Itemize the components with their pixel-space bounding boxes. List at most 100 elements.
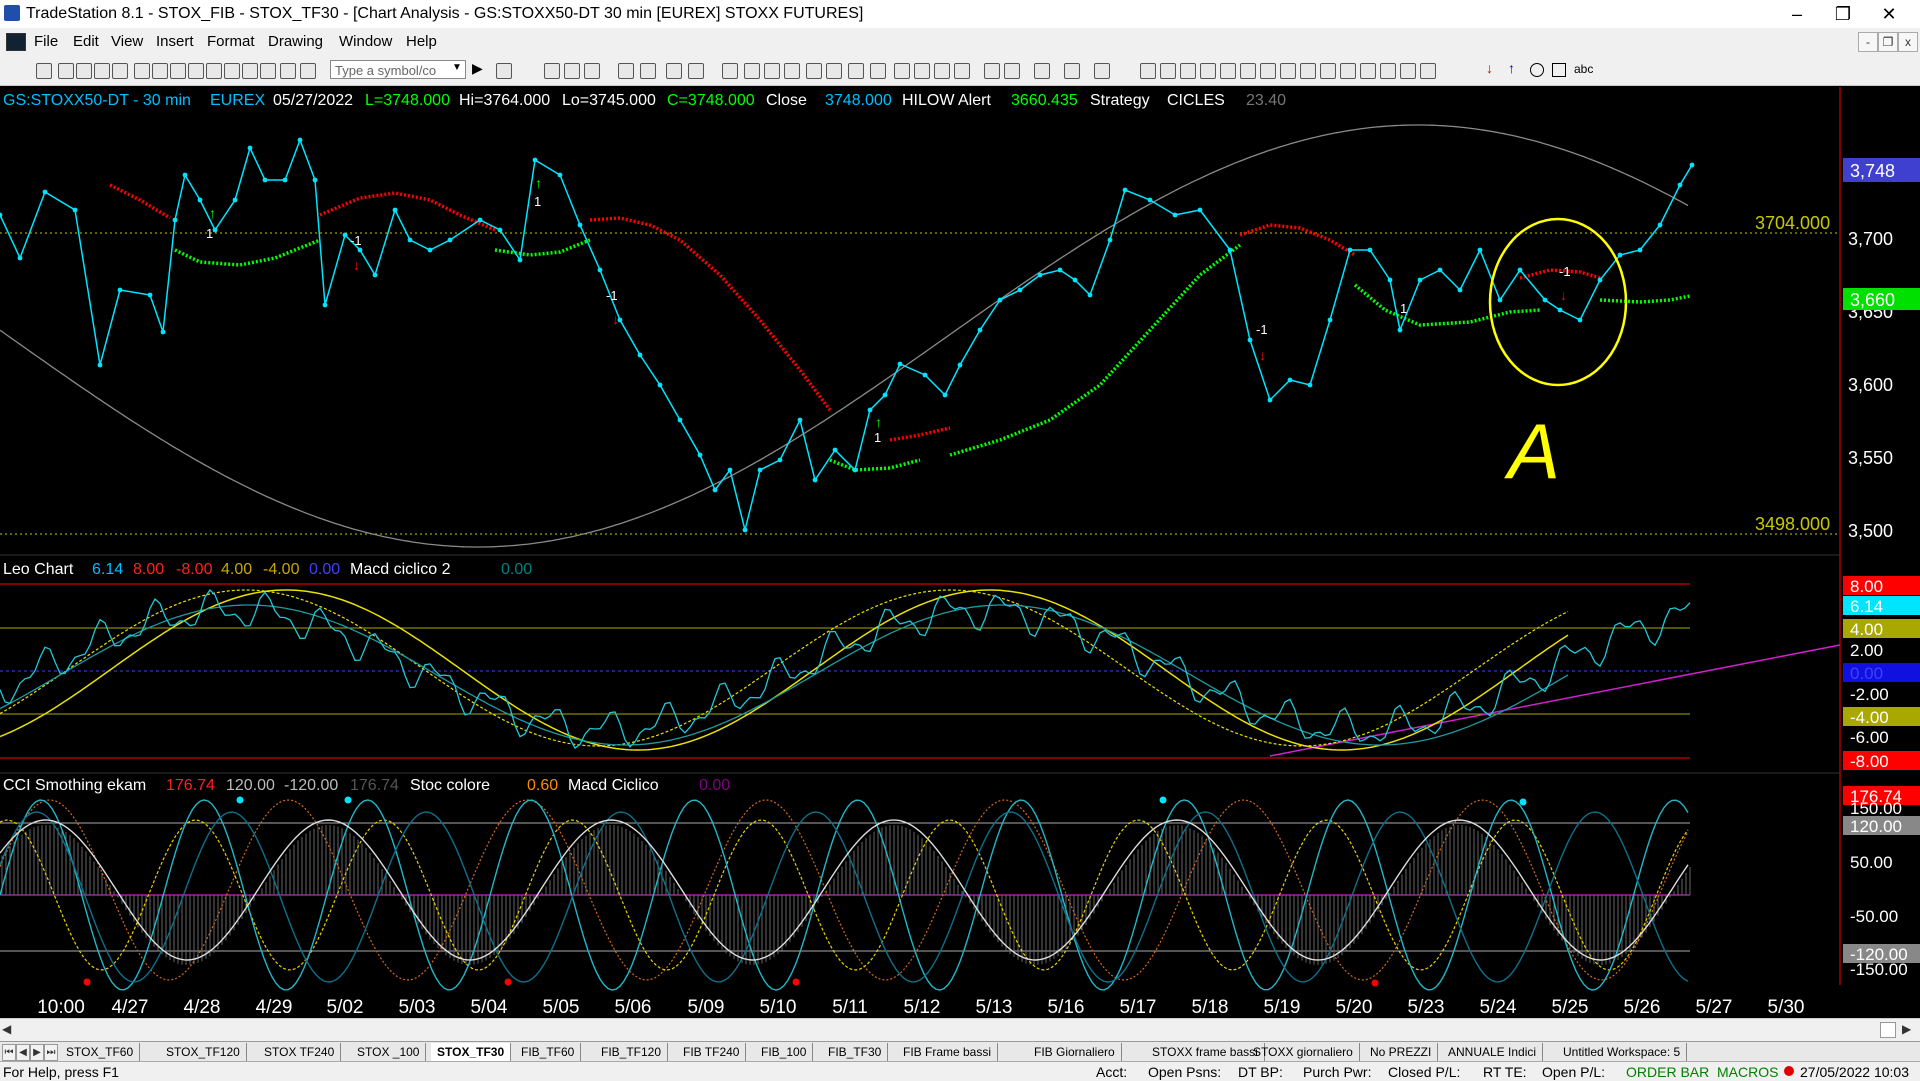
- scanner-icon[interactable]: [242, 63, 258, 79]
- fib-retracement-icon[interactable]: [1220, 63, 1236, 79]
- workspace-tab[interactable]: FIB Frame bassi: [897, 1043, 999, 1061]
- menu-edit[interactable]: Edit: [73, 33, 99, 50]
- bar-chart-icon[interactable]: [784, 63, 800, 79]
- menu-drawing[interactable]: Drawing: [268, 33, 323, 50]
- open-workspace-icon[interactable]: [76, 63, 92, 79]
- pointer-icon[interactable]: [984, 63, 1000, 79]
- workspace-tab[interactable]: STOX_TF30: [431, 1043, 512, 1061]
- scroll-left-icon[interactable]: ◀: [2, 1022, 11, 1036]
- ellipse-icon[interactable]: [1530, 63, 1544, 77]
- options-icon[interactable]: [260, 63, 276, 79]
- horizontal-line-icon[interactable]: [1160, 63, 1176, 79]
- time-zones-icon[interactable]: [1380, 63, 1396, 79]
- paint-bar-icon[interactable]: [744, 63, 760, 79]
- line-chart-icon[interactable]: [806, 63, 822, 79]
- chart-analysis-window[interactable]: GS:STOXX50-DT - 30 min EUREX 05/27/2022 …: [0, 87, 1920, 1018]
- status-order-bar[interactable]: ORDER BAR: [1626, 1064, 1709, 1080]
- decrease-bar-spacing-icon[interactable]: [894, 63, 910, 79]
- scroll-right-icon[interactable]: ▶: [1902, 1022, 1911, 1036]
- save-all-icon[interactable]: [112, 63, 128, 79]
- new-icon[interactable]: [36, 63, 52, 79]
- workspace-tab[interactable]: STOX_TF60: [60, 1043, 141, 1061]
- menu-insert[interactable]: Insert: [156, 33, 194, 50]
- menu-window[interactable]: Window: [339, 33, 392, 50]
- insert-indicator-icon[interactable]: [618, 63, 634, 79]
- speed-lines-icon[interactable]: [1240, 63, 1256, 79]
- insert-drawing-icon[interactable]: [666, 63, 682, 79]
- print-icon[interactable]: [134, 63, 150, 79]
- workspace-tab[interactable]: No PREZZI: [1364, 1043, 1439, 1061]
- lock-icon[interactable]: [206, 63, 222, 79]
- maximize-button[interactable]: ❐: [1820, 0, 1866, 28]
- minimize-button[interactable]: –: [1774, 0, 1820, 28]
- workspace-tab[interactable]: FIB Giornaliero: [1028, 1043, 1122, 1061]
- arrow-up-icon[interactable]: ↑: [1508, 60, 1515, 76]
- chart-canvas[interactable]: GS:STOXX50-DT - 30 min EUREX 05/27/2022 …: [0, 87, 1920, 1018]
- andrews-pitchfork-icon[interactable]: [1260, 63, 1276, 79]
- workspace-tab[interactable]: FIB TF240: [677, 1043, 747, 1061]
- menu-help[interactable]: Help: [406, 33, 437, 50]
- symbol-input[interactable]: Type a symbol/co: [330, 60, 466, 79]
- chart-icon[interactable]: [170, 63, 186, 79]
- menu-file[interactable]: File: [34, 33, 58, 50]
- insert-pattern-icon[interactable]: [688, 63, 704, 79]
- parallel-lines-icon[interactable]: [1340, 63, 1356, 79]
- annotation-letter[interactable]: A: [1504, 407, 1560, 495]
- open-icon[interactable]: [58, 63, 74, 79]
- symbol-dropdown-icon[interactable]: ▼: [452, 62, 462, 73]
- workspace-tab[interactable]: STOX _100: [351, 1043, 427, 1061]
- format-window-icon[interactable]: [564, 63, 580, 79]
- fibonacci-icon[interactable]: [1064, 63, 1080, 79]
- vertical-line-icon[interactable]: [1180, 63, 1196, 79]
- kagi-icon[interactable]: [848, 63, 864, 79]
- symbol-lookup-icon[interactable]: [496, 63, 512, 79]
- workspace-tab[interactable]: STOX TF240: [258, 1043, 342, 1061]
- tab-prev-icon[interactable]: ◀: [16, 1044, 30, 1061]
- matrix-icon[interactable]: [224, 63, 240, 79]
- renko-icon[interactable]: [870, 63, 886, 79]
- workspace-tab[interactable]: STOXX giornaliero: [1247, 1043, 1360, 1061]
- arrow-down-icon[interactable]: ↓: [1486, 60, 1493, 76]
- go-arrow-icon[interactable]: ▶: [472, 60, 483, 77]
- mdi-close-button[interactable]: x: [1898, 32, 1918, 52]
- horizontal-arrow-icon[interactable]: [1320, 63, 1336, 79]
- close-button[interactable]: ✕: [1866, 0, 1912, 28]
- zoom-out-icon[interactable]: [954, 63, 970, 79]
- show-me-icon[interactable]: [722, 63, 738, 79]
- gann-fan-icon[interactable]: [1280, 63, 1296, 79]
- pen-icon[interactable]: [1400, 63, 1416, 79]
- workspace-tab[interactable]: FIB_100: [755, 1043, 814, 1061]
- radarscreen-icon[interactable]: [188, 63, 204, 79]
- tab-next-icon[interactable]: ▶: [30, 1044, 44, 1061]
- insert-strategy-icon[interactable]: [640, 63, 656, 79]
- regression-icon[interactable]: [1300, 63, 1316, 79]
- candlestick-icon[interactable]: [764, 63, 780, 79]
- gann-icon[interactable]: [1094, 63, 1110, 79]
- save-icon[interactable]: [94, 63, 110, 79]
- brokerage-icon[interactable]: [300, 63, 316, 79]
- trendline-icon[interactable]: [1140, 63, 1156, 79]
- chart-window-icon[interactable]: [6, 33, 26, 51]
- point-figure-icon[interactable]: [826, 63, 842, 79]
- workspace-tab[interactable]: STOX_TF120: [160, 1043, 247, 1061]
- horizontal-scrollbar[interactable]: ◀ ▶: [0, 1018, 1920, 1041]
- mdi-restore-button[interactable]: ❐: [1878, 32, 1898, 52]
- workspace-tab[interactable]: Untitled Workspace: 5: [1557, 1043, 1688, 1061]
- crosshair-icon[interactable]: [1004, 63, 1020, 79]
- tab-first-icon[interactable]: ⏮: [2, 1044, 16, 1061]
- arc-icon[interactable]: [1420, 63, 1436, 79]
- format-symbol-icon[interactable]: [584, 63, 600, 79]
- rectangle-icon[interactable]: [1552, 63, 1566, 77]
- data-window-icon[interactable]: [544, 63, 560, 79]
- workspace-tab[interactable]: ANNUALE Indici: [1442, 1043, 1544, 1061]
- workspace-tab[interactable]: FIB_TF120: [595, 1043, 669, 1061]
- text-tool-icon[interactable]: abc: [1574, 62, 1593, 76]
- mdi-minimize-button[interactable]: -: [1858, 32, 1878, 52]
- tab-last-icon[interactable]: ⏭: [44, 1044, 58, 1061]
- channel-icon[interactable]: [1200, 63, 1216, 79]
- scroll-thumb[interactable]: [1880, 1022, 1896, 1038]
- menu-format[interactable]: Format: [207, 33, 255, 50]
- print-preview-icon[interactable]: [152, 63, 168, 79]
- menu-view[interactable]: View: [111, 33, 143, 50]
- increase-bar-spacing-icon[interactable]: [914, 63, 930, 79]
